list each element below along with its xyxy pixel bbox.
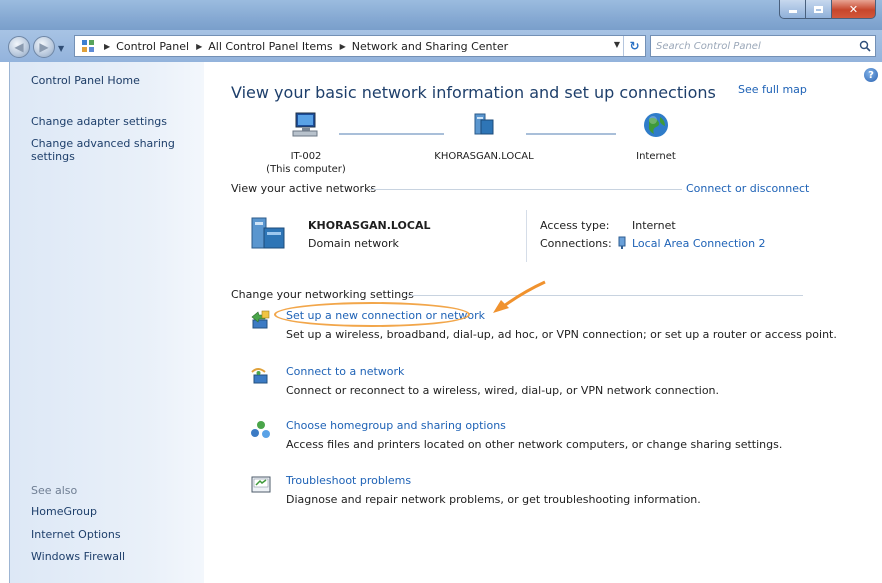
change-advanced-sharing-link[interactable]: Change advanced sharing settings	[31, 137, 181, 163]
homegroup-icon	[251, 421, 270, 438]
main-content: ? View your basic network information an…	[204, 62, 882, 583]
internet-options-link[interactable]: Internet Options	[31, 528, 121, 541]
page-title: View your basic network information and …	[231, 83, 716, 102]
left-navigation-pane: Control Panel Home Change adapter settin…	[9, 62, 204, 583]
breadcrumb-all-items[interactable]: All Control Panel Items	[208, 40, 332, 53]
forward-arrow-icon: ▶	[39, 40, 49, 54]
troubleshoot-icon	[251, 476, 271, 493]
forward-button[interactable]: ▶	[33, 36, 55, 58]
access-type-value: Internet	[632, 219, 676, 232]
search-box	[650, 35, 876, 57]
caption-buttons: ✕	[779, 0, 876, 19]
close-icon: ✕	[848, 2, 859, 16]
address-dropdown-icon[interactable]: ▼	[614, 40, 620, 49]
windows-firewall-link[interactable]: Windows Firewall	[31, 550, 125, 563]
task-description: Access files and printers located on oth…	[286, 438, 783, 451]
back-button[interactable]: ◀	[8, 36, 30, 58]
control-panel-home-link[interactable]: Control Panel Home	[31, 74, 140, 87]
active-network-name: KHORASGAN.LOCAL	[308, 219, 431, 232]
access-type-label: Access type:	[540, 219, 610, 232]
arrow-annotation-icon	[493, 280, 546, 313]
active-networks-heading: View your active networks	[231, 182, 377, 195]
breadcrumb: ▶ Control Panel ▶ All Control Panel Item…	[97, 40, 508, 53]
domain-network-icon	[474, 113, 494, 135]
computer-name: IT-002	[290, 151, 322, 162]
back-arrow-icon: ◀	[14, 40, 24, 54]
title-bar: ✕	[0, 0, 882, 30]
minimize-button[interactable]	[779, 0, 806, 19]
section-divider	[369, 189, 682, 190]
map-computer-node[interactable]: IT-002 (This computer)	[266, 110, 346, 176]
control-panel-icon	[79, 37, 97, 55]
refresh-icon: ↻	[629, 39, 640, 53]
computer-icon	[292, 112, 318, 137]
new-connection-icon	[251, 310, 270, 329]
globe-icon	[644, 113, 668, 137]
connections-label: Connections:	[540, 237, 612, 250]
breadcrumb-separator-icon[interactable]: ▶	[104, 42, 110, 51]
domain-name: KHORASGAN.LOCAL	[434, 151, 534, 162]
local-area-connection-link[interactable]: Local Area Connection 2	[632, 237, 766, 250]
computer-note: (This computer)	[266, 164, 346, 175]
task-description: Connect or reconnect to a wireless, wire…	[286, 384, 720, 397]
vertical-divider	[526, 210, 527, 262]
troubleshoot-problems-link[interactable]: Troubleshoot problems	[286, 474, 411, 487]
task-description: Diagnose and repair network problems, or…	[286, 493, 701, 506]
map-internet-node[interactable]: Internet	[616, 110, 696, 163]
homegroup-link[interactable]: HomeGroup	[31, 505, 97, 518]
section-divider	[406, 295, 803, 296]
refresh-button[interactable]: ↻	[623, 36, 645, 56]
connect-network-icon	[251, 368, 268, 384]
maximize-button[interactable]	[806, 0, 832, 19]
connect-or-disconnect-link[interactable]: Connect or disconnect	[686, 182, 809, 195]
choose-homegroup-link[interactable]: Choose homegroup and sharing options	[286, 419, 506, 432]
breadcrumb-control-panel[interactable]: Control Panel	[116, 40, 189, 53]
breadcrumb-separator-icon[interactable]: ▶	[340, 42, 346, 51]
search-icon[interactable]	[855, 36, 875, 56]
close-button[interactable]: ✕	[832, 0, 876, 19]
breadcrumb-network-sharing[interactable]: Network and Sharing Center	[352, 40, 508, 53]
internet-label: Internet	[636, 151, 676, 162]
change-settings-heading: Change your networking settings	[231, 288, 414, 301]
help-icon[interactable]: ?	[864, 68, 878, 82]
minimize-icon	[788, 10, 797, 13]
address-bar[interactable]: ▶ Control Panel ▶ All Control Panel Item…	[74, 35, 646, 57]
domain-network-icon[interactable]	[248, 214, 288, 254]
maximize-icon	[814, 5, 823, 13]
change-adapter-settings-link[interactable]: Change adapter settings	[31, 115, 167, 128]
search-input[interactable]	[656, 37, 855, 55]
task-description: Set up a wireless, broadband, dial-up, a…	[286, 328, 837, 341]
active-network-type: Domain network	[308, 237, 399, 250]
breadcrumb-separator-icon[interactable]: ▶	[196, 42, 202, 51]
map-domain-node[interactable]: KHORASGAN.LOCAL	[424, 110, 544, 163]
recent-pages-dropdown-icon[interactable]: ▼	[58, 44, 64, 53]
highlight-oval-annotation	[274, 302, 470, 327]
connect-to-network-link[interactable]: Connect to a network	[286, 365, 404, 378]
navigation-bar: ◀ ▶ ▼ ▶ Control Panel ▶ All Control Pane…	[0, 30, 882, 62]
see-full-map-link[interactable]: See full map	[738, 83, 807, 96]
see-also-heading: See also	[31, 484, 78, 497]
ethernet-connection-icon	[618, 236, 626, 249]
